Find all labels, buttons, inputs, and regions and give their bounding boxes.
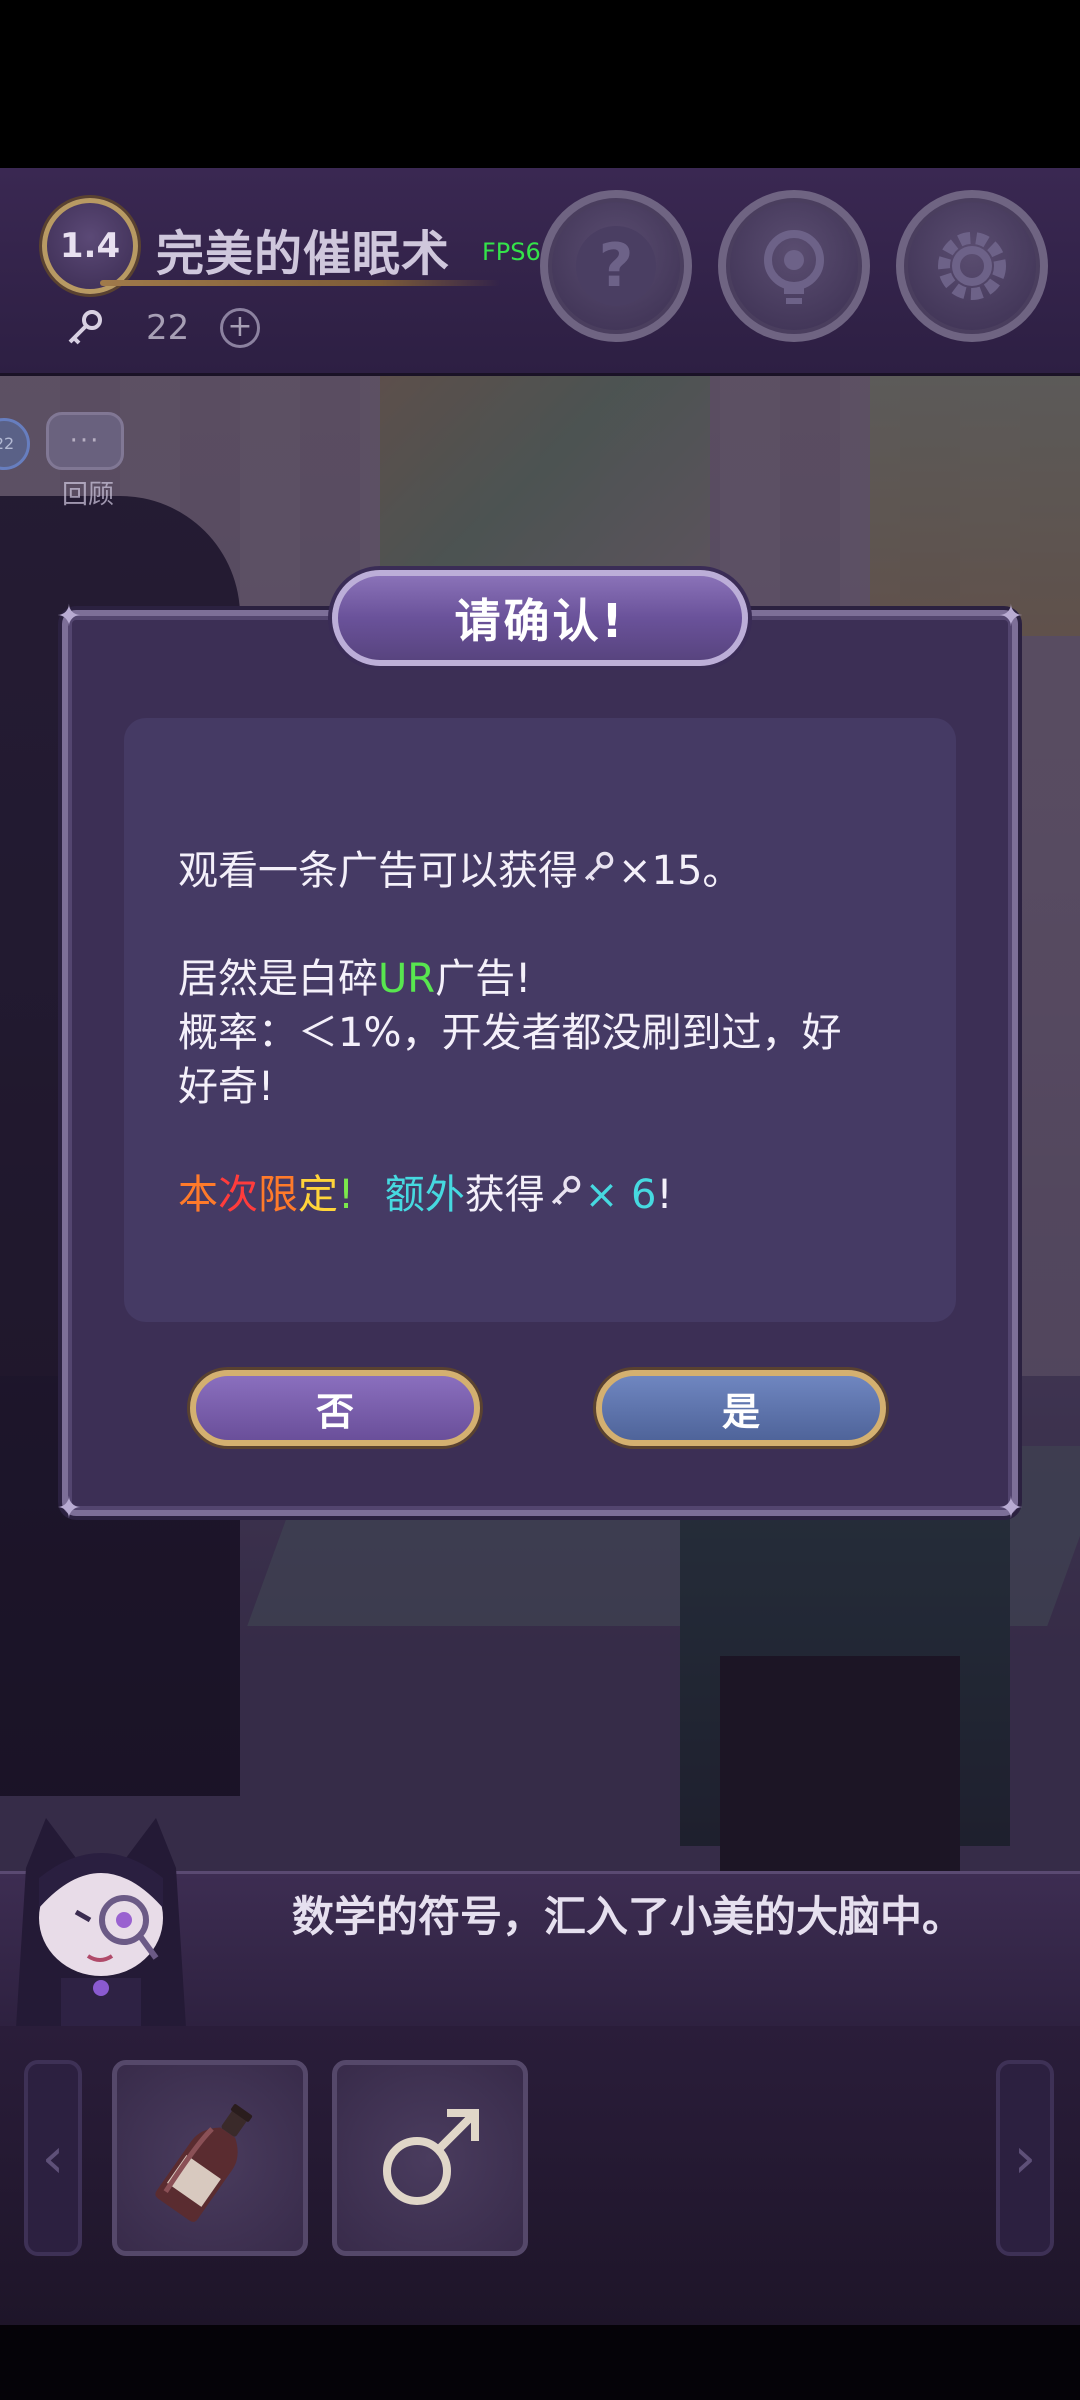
hint-button[interactable]: ?: [540, 190, 692, 342]
settings-button[interactable]: [896, 190, 1048, 342]
message-line-4: 好奇!: [178, 1064, 275, 1110]
chevron-left-icon: ‹: [41, 2125, 65, 2191]
male-symbol-icon: [383, 2109, 479, 2205]
gear-icon: [938, 232, 1006, 300]
inventory-prev-button[interactable]: ‹: [24, 2060, 82, 2256]
message-line-1: 观看一条广告可以获得 ×15。: [178, 848, 743, 894]
question-icon: ?: [576, 226, 656, 306]
svg-text:?: ?: [599, 231, 634, 301]
dialog-title: 请确认!: [454, 594, 626, 648]
navigation-area: [0, 2325, 1080, 2400]
message-line-5: 本次限定! 额外获得 × 6!: [178, 1172, 673, 1218]
wine-bottle-icon: [155, 2104, 253, 2222]
extra-highlight: 额外: [384, 1172, 465, 1218]
add-keys-button[interactable]: +: [220, 308, 260, 348]
character-avatar: [6, 1808, 196, 2028]
message-line-3: 概率：＜1%，开发者都没刷到过，好: [178, 1010, 842, 1056]
ur-highlight: UR: [378, 956, 436, 1002]
key-icon: [578, 849, 618, 893]
key-icon: [545, 1173, 585, 1217]
inventory-slot-wine[interactable]: [112, 2060, 308, 2256]
yes-button[interactable]: 是: [596, 1370, 886, 1446]
inventory-next-button[interactable]: ›: [996, 2060, 1054, 2256]
status-area: [0, 0, 1080, 168]
narration-text: 数学的符号，汇入了小美的大脑中。: [292, 1892, 965, 1941]
corner-star-icon: ✦: [56, 599, 82, 634]
top-hud: 1.4 完美的催眠术 FPS61 22 + ?: [0, 168, 1080, 376]
message-line-2: 居然是白碎UR广告!: [178, 956, 532, 1002]
chevron-right-icon: ›: [1013, 2125, 1037, 2191]
level-number: 1.4: [59, 226, 121, 266]
level-title: 完美的催眠术: [156, 226, 451, 282]
dialog-message: 观看一条广告可以获得 ×15。 居然是白碎UR广告! 概率：＜1%，开发者都没刷到…: [124, 718, 956, 1322]
review-label: 回顾: [61, 480, 114, 510]
corner-star-icon: ✦: [998, 599, 1024, 634]
corner-star-icon: ✦: [998, 1491, 1024, 1526]
dialog-title-banner: 请确认!: [332, 570, 748, 666]
review-button[interactable]: ··· 回顾: [46, 412, 130, 510]
chat-bubble-icon: ···: [46, 412, 124, 470]
inventory-slot-male-symbol[interactable]: [332, 2060, 528, 2256]
tip-button[interactable]: [718, 190, 870, 342]
key-count: 22: [146, 308, 190, 348]
no-button[interactable]: 否: [190, 1370, 480, 1446]
corner-star-icon: ✦: [56, 1491, 82, 1526]
key-icon: [62, 308, 106, 357]
bulb-magnifier-icon: [764, 230, 824, 304]
